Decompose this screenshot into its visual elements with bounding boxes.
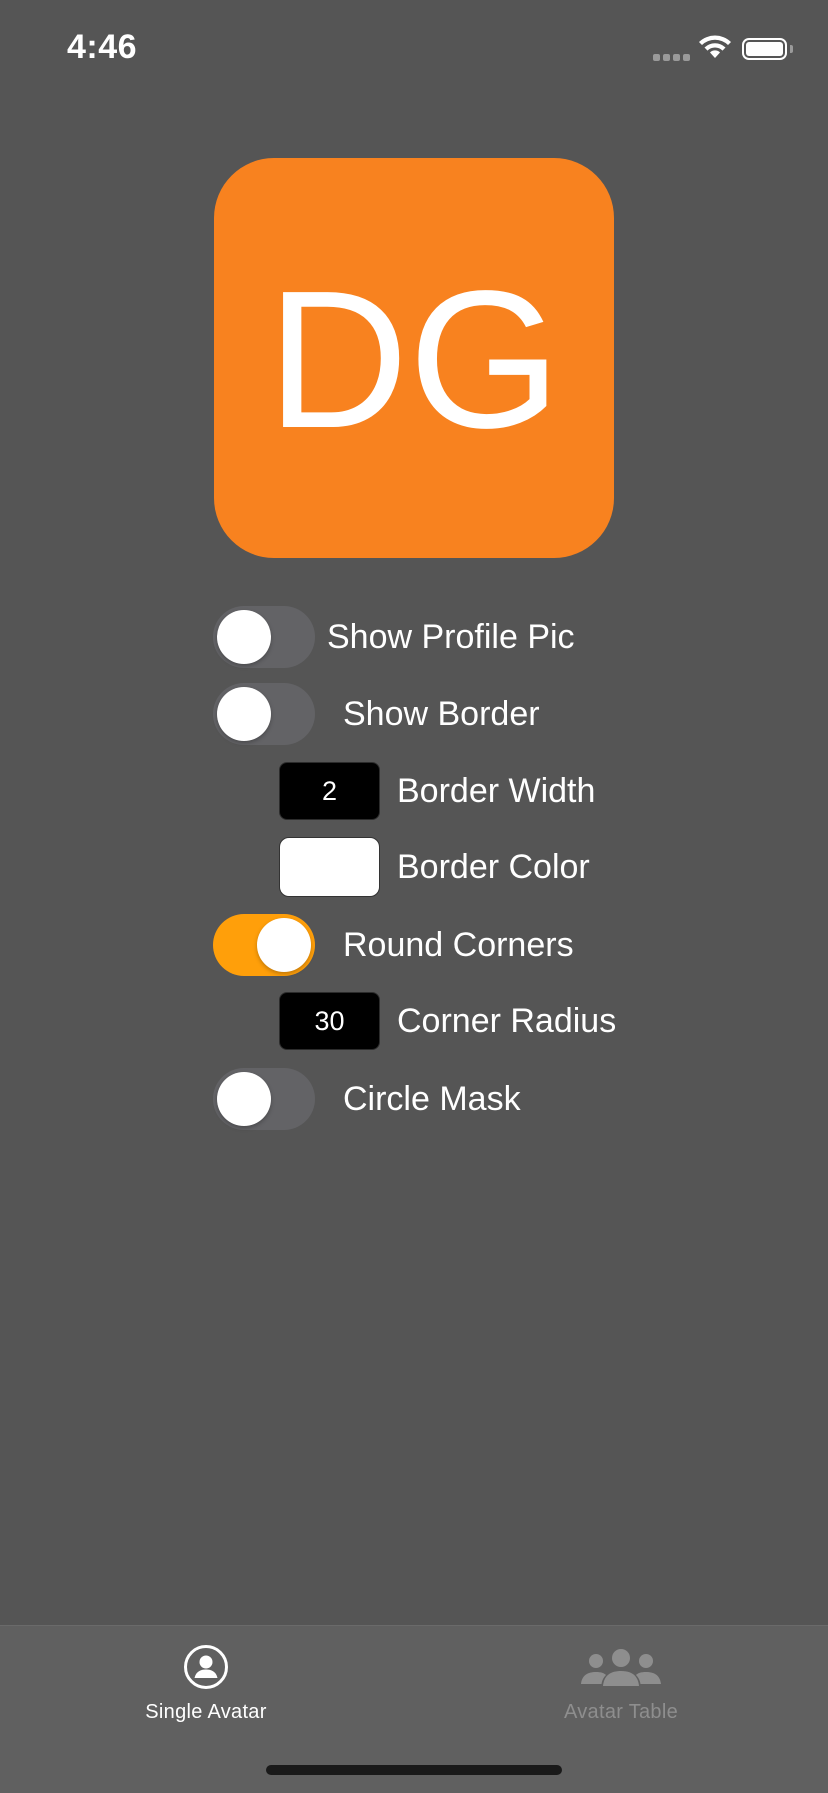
round-corners-toggle[interactable]: [213, 914, 315, 976]
show-profile-pic-toggle[interactable]: [213, 606, 315, 668]
tab-avatar-table-label: Avatar Table: [563, 1701, 679, 1723]
border-color-well[interactable]: [279, 837, 380, 897]
toggle-knob: [257, 918, 311, 972]
tab-single-avatar-label: Single Avatar: [145, 1701, 267, 1723]
circle-mask-label: Circle Mask: [343, 1080, 521, 1118]
show-border-toggle[interactable]: [213, 683, 315, 745]
person-circle-icon: [184, 1645, 228, 1689]
border-color-label: Border Color: [397, 848, 590, 886]
toggle-knob: [217, 610, 271, 664]
battery-tip: [790, 45, 793, 53]
circle-mask-toggle[interactable]: [213, 1068, 315, 1130]
avatar-preview: DG: [214, 158, 614, 558]
border-width-label: Border Width: [397, 772, 596, 810]
round-corners-label: Round Corners: [343, 926, 574, 964]
avatar-initials: DG: [267, 250, 561, 469]
toggle-knob: [217, 1072, 271, 1126]
wifi-icon: [698, 34, 732, 65]
toggle-knob: [217, 687, 271, 741]
show-profile-pic-label: Show Profile Pic: [327, 618, 575, 656]
show-border-label: Show Border: [343, 695, 540, 733]
border-width-field[interactable]: [279, 762, 380, 820]
corner-radius-label: Corner Radius: [397, 1002, 617, 1040]
tab-single-avatar[interactable]: Single Avatar: [86, 1644, 326, 1724]
status-time: 4:46: [67, 28, 138, 66]
cellular-signal-icon: [653, 54, 690, 61]
person-group-icon: [581, 1649, 661, 1686]
battery-icon: [742, 38, 787, 60]
tab-avatar-table[interactable]: Avatar Table: [501, 1644, 741, 1724]
status-bar: 4:46: [0, 0, 828, 100]
corner-radius-field[interactable]: [279, 992, 380, 1050]
home-indicator: [266, 1765, 562, 1775]
